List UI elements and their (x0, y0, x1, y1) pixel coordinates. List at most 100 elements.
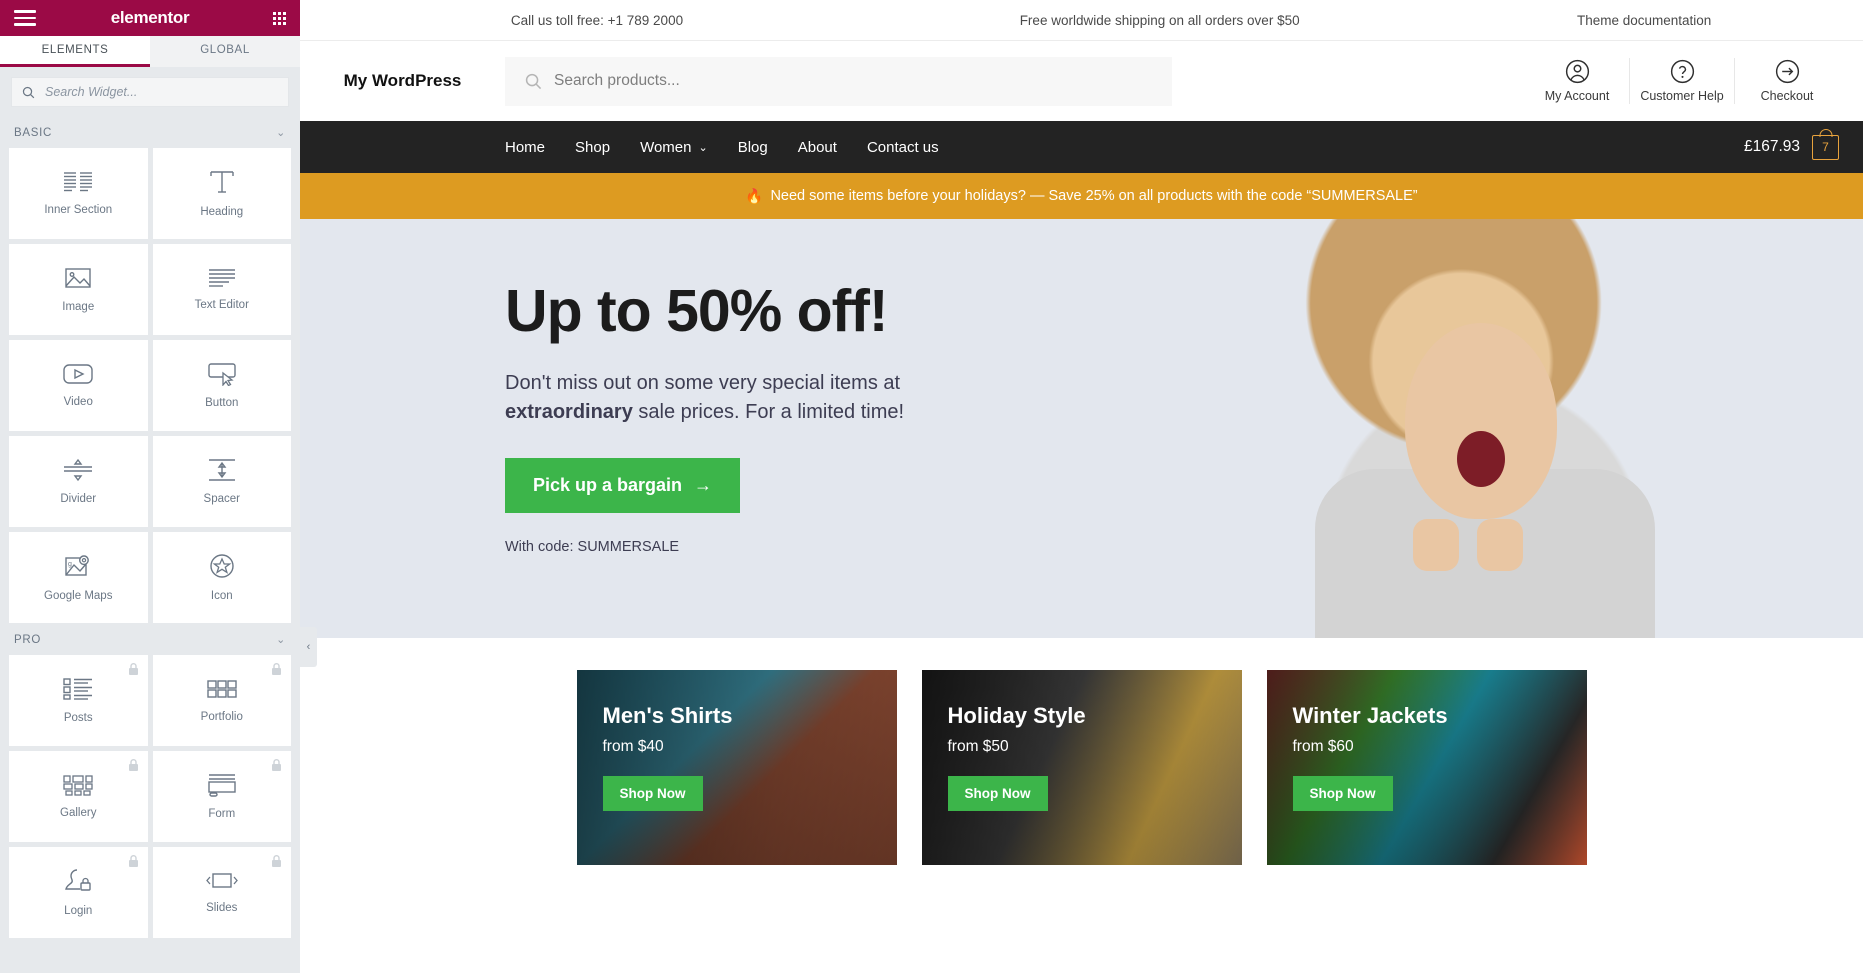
promo-text: Need some items before your holidays? — … (770, 188, 1418, 204)
widget-label: Login (64, 905, 93, 917)
lock-icon (272, 759, 281, 771)
card-text: Men's Shirts from $40 (603, 703, 733, 756)
widget-google-maps[interactable]: g Google Maps (9, 532, 148, 623)
category-card[interactable]: Winter Jackets from $60 Shop Now (1266, 670, 1587, 865)
image-icon (65, 268, 91, 288)
elementor-panel: elementor ELEMENTS GLOBAL BASIC ⌄ (0, 0, 317, 973)
category-pro-header[interactable]: PRO ⌄ (0, 623, 300, 655)
card-shop-now-button[interactable]: Shop Now (602, 776, 703, 811)
topbar-phone[interactable]: Call us toll free: +1 789 2000 (300, 13, 894, 28)
category-card[interactable]: Holiday Style from $50 Shop Now (921, 670, 1242, 865)
header-action-label: Checkout (1760, 89, 1814, 103)
google-maps-icon: g (65, 554, 90, 576)
topbar-docs-link[interactable]: Theme documentation (1425, 13, 1863, 28)
site-logo[interactable]: My WordPress (300, 71, 505, 91)
hero-cta-button[interactable]: Pick up a bargain → (505, 458, 741, 514)
header-action-label: Customer Help (1640, 89, 1724, 103)
lock-icon (272, 855, 281, 867)
widget-video[interactable]: Video (9, 340, 148, 431)
widget-slides[interactable]: Slides (152, 847, 291, 938)
widget-heading[interactable]: Heading (152, 148, 291, 239)
card-title: Winter Jackets (1292, 703, 1448, 728)
card-price: from $50 (947, 738, 1009, 755)
search-input[interactable] (43, 84, 278, 100)
fire-emoji-icon: 🔥 (745, 188, 764, 205)
hero-cta-label: Pick up a bargain (533, 475, 683, 496)
category-basic-header[interactable]: BASIC ⌄ (0, 116, 300, 148)
chevron-down-icon: ⌄ (698, 141, 708, 154)
menu-icon[interactable] (14, 10, 36, 26)
nav-item-home[interactable]: Home (505, 139, 545, 156)
hero-title: Up to 50% off! (505, 278, 889, 344)
search-box[interactable] (11, 77, 289, 107)
widget-divider[interactable]: Divider (9, 436, 148, 527)
tab-elements[interactable]: ELEMENTS (0, 36, 150, 67)
gallery-icon (63, 775, 93, 796)
category-pro-title: PRO (14, 633, 42, 646)
nav-item-women[interactable]: Women ⌄ (640, 139, 708, 156)
svg-text:g: g (68, 561, 72, 568)
header-action-checkout[interactable]: Checkout (1735, 59, 1839, 103)
widget-button[interactable]: Button (152, 340, 291, 431)
portfolio-icon (207, 680, 237, 698)
nav-item-shop[interactable]: Shop (575, 139, 610, 156)
video-icon (63, 364, 93, 384)
widget-form[interactable]: Form (152, 751, 291, 842)
category-cards: Men's Shirts from $40 Shop Now Holiday S… (300, 638, 1863, 865)
category-card[interactable]: Men's Shirts from $40 Shop Now (576, 670, 897, 865)
cart-button[interactable]: £167.93 7 (1744, 128, 1839, 160)
nav-item-about[interactable]: About (798, 139, 837, 156)
shopping-bag-icon: 7 (1812, 128, 1839, 160)
widget-label: Video (63, 396, 93, 408)
apps-grid-icon[interactable] (273, 11, 286, 25)
widget-gallery[interactable]: Gallery (9, 751, 148, 842)
nav-item-blog[interactable]: Blog (738, 139, 768, 156)
divider-icon (64, 458, 93, 482)
hero-image (1105, 219, 1863, 638)
widget-image[interactable]: Image (9, 244, 148, 335)
form-icon (208, 774, 236, 797)
widget-login[interactable]: Login (9, 847, 148, 938)
widget-spacer[interactable]: Spacer (152, 436, 291, 527)
card-shop-now-button[interactable]: Shop Now (1292, 776, 1393, 811)
card-shop-now-button[interactable]: Shop Now (947, 776, 1048, 811)
widget-inner-section[interactable]: Inner Section (9, 148, 148, 239)
widget-label: Text Editor (194, 299, 249, 311)
header-action-my-account[interactable]: My Account (1525, 59, 1629, 103)
widget-search-area (0, 67, 300, 116)
panel-collapse-handle[interactable]: ‹ (300, 627, 317, 667)
header-action-customer-help[interactable]: Customer Help (1630, 59, 1734, 103)
site-header: My WordPress Search products... My Accou… (300, 41, 1863, 121)
widget-label: Image (62, 301, 95, 313)
card-title: Holiday Style (947, 703, 1086, 728)
widget-list: BASIC ⌄ Inner Section Heading Image Text… (0, 116, 300, 973)
widget-label: Gallery (60, 807, 97, 819)
product-search-input[interactable]: Search products... (505, 56, 1172, 106)
search-icon (22, 86, 35, 98)
card-overlay (576, 670, 897, 865)
widget-posts[interactable]: Posts (9, 655, 148, 746)
widget-portfolio[interactable]: Portfolio (152, 655, 291, 746)
site-navbar: Home Shop Women ⌄ Blog About Contact us … (300, 121, 1863, 173)
hero-note: With code: SUMMERSALE (505, 539, 680, 556)
site-topbar: Call us toll free: +1 789 2000 Free worl… (300, 0, 1863, 41)
lock-icon (128, 855, 138, 867)
site-preview: Call us toll free: +1 789 2000 Free worl… (300, 0, 1863, 973)
nav-item-contact-us[interactable]: Contact us (867, 139, 939, 156)
widget-label: Form (208, 808, 236, 820)
nav-links: Home Shop Women ⌄ Blog About Contact us (505, 139, 939, 156)
tab-global[interactable]: GLOBAL (150, 36, 300, 67)
search-icon (525, 73, 542, 89)
elementor-logo: elementor (110, 8, 190, 27)
hero-subtitle-emphasis: extraordinary (505, 401, 633, 424)
widget-label: Divider (60, 493, 97, 505)
widget-label: Inner Section (44, 204, 113, 216)
widget-text-editor[interactable]: Text Editor (152, 244, 291, 335)
category-basic-title: BASIC (14, 126, 53, 139)
card-overlay (921, 670, 1242, 865)
widget-icon[interactable]: Icon (152, 532, 291, 623)
widget-label: Button (205, 397, 239, 409)
header-actions: My Account Customer Help Checkout (1525, 58, 1839, 104)
text-editor-icon (208, 269, 235, 287)
nav-item-label: Women (640, 138, 692, 156)
